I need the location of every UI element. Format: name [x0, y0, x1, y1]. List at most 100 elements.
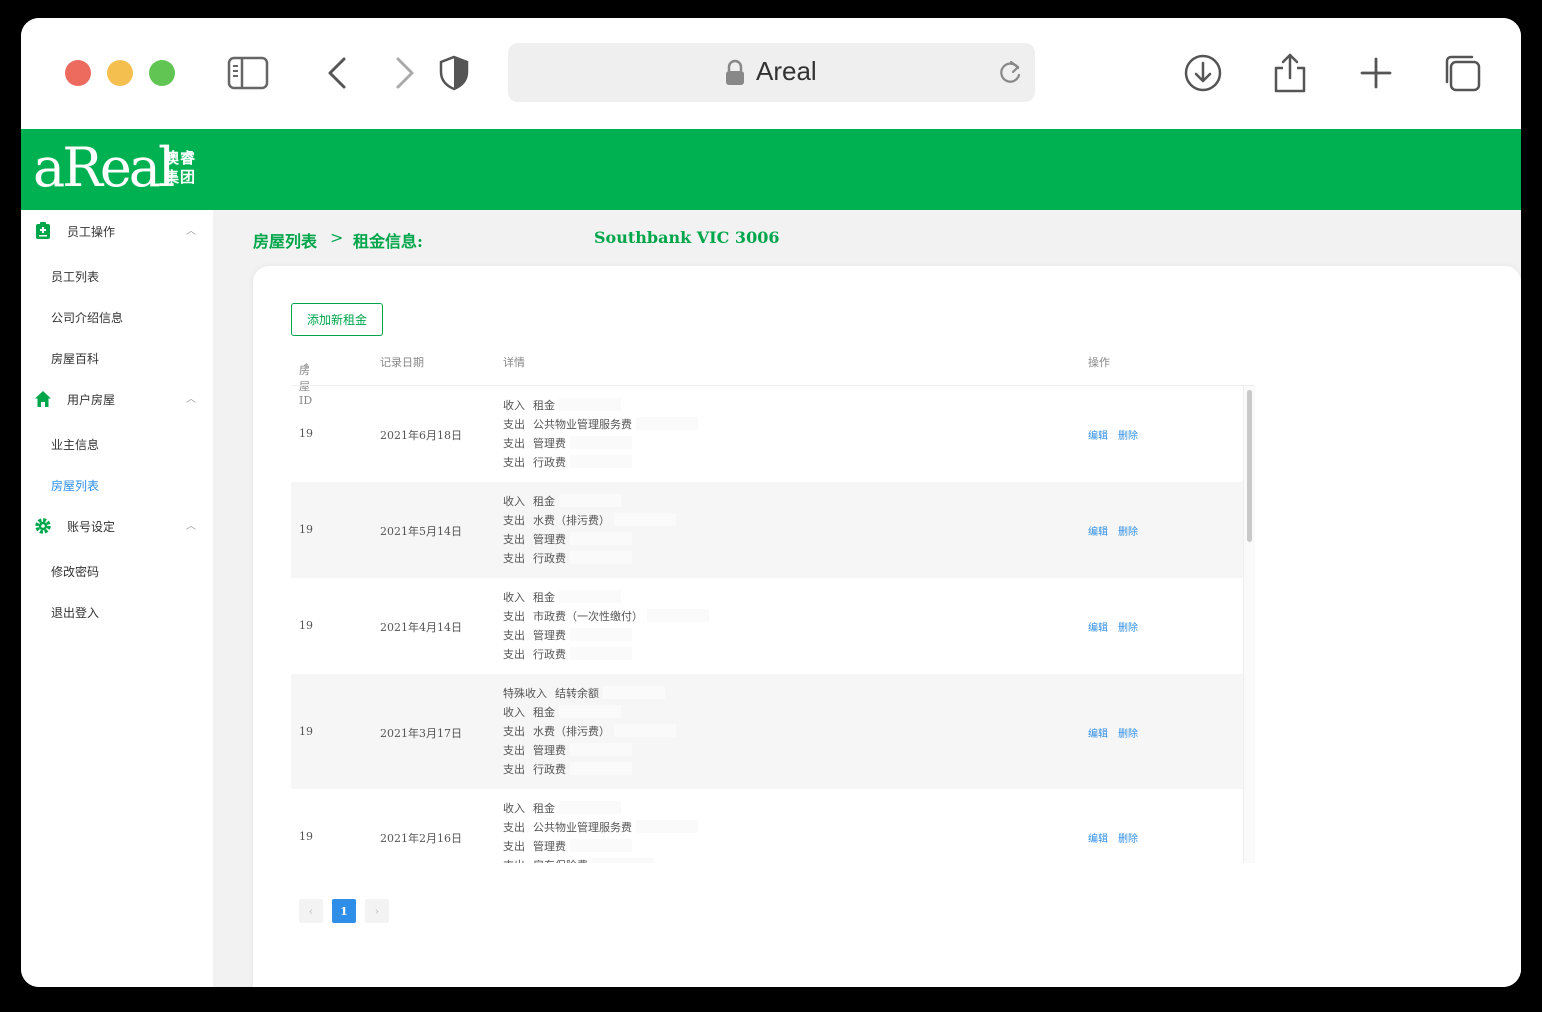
sidebar-group-staff[interactable]: 员工操作 ︿	[21, 214, 213, 250]
detail-line: 支出 行政费	[503, 549, 676, 568]
col-header-detail: 详情	[503, 356, 525, 369]
detail-item: 管理费	[533, 744, 566, 757]
table-row: 19 2021年6月18日 收入 租金 支出 公共物业管理服务费 支出 管理费 支出 行政费 编辑删…	[291, 386, 1243, 482]
sidebar: 员工操作 ︿ 员工列表 公司介绍信息 房屋百科 用户房屋 ︿ 业主信息 房屋列表…	[21, 210, 213, 987]
chevron-up-icon: ︿	[186, 226, 196, 237]
edit-link[interactable]: 编辑	[1088, 527, 1108, 538]
detail-kind: 支出	[503, 418, 525, 431]
redacted-amount	[570, 647, 632, 660]
lock-icon	[725, 59, 745, 91]
detail-kind: 支出	[503, 456, 525, 469]
redacted-amount	[570, 551, 632, 564]
detail-kind: 支出	[503, 629, 525, 642]
address-bar[interactable]: Areal	[508, 43, 1035, 102]
main-content: 房屋列表 > 租金信息: Southbank VIC 3006 添加新租金 房屋…	[213, 210, 1521, 987]
sidebar-group-user-houses[interactable]: 用户房屋 ︿	[21, 382, 213, 418]
detail-kind: 特殊收入	[503, 687, 547, 700]
detail-item: 租金	[533, 802, 555, 815]
detail-line: 支出 水费（排污费）	[503, 722, 676, 741]
table-scrollbar[interactable]	[1243, 386, 1255, 863]
sidebar-item-staff-list[interactable]: 员工列表	[51, 268, 99, 285]
table-row: 192021年2月16日收入租金支出公共物业管理服务费支出管理费支出房东保险费编…	[291, 789, 1243, 863]
sidebar-group-account[interactable]: 账号设定 ︿	[21, 509, 213, 545]
detail-kind: 支出	[503, 763, 525, 776]
detail-line: 支出 管理费	[503, 626, 709, 645]
detail-kind: 支出	[503, 533, 525, 546]
sidebar-item-house-list[interactable]: 房屋列表	[51, 477, 99, 494]
detail-line: 支出 公共物业管理服务费	[503, 818, 698, 837]
detail-item: 租金	[533, 591, 555, 604]
redacted-amount	[636, 417, 698, 430]
redacted-amount	[570, 839, 632, 852]
page-number-button[interactable]: 1	[332, 899, 356, 923]
sidebar-item-owner-info[interactable]: 业主信息	[51, 436, 99, 453]
delete-link[interactable]: 删除	[1118, 729, 1138, 740]
zoom-window-button[interactable]	[149, 60, 175, 86]
prev-page-button[interactable]: ‹	[299, 899, 323, 923]
detail-line: 特殊收入 结转余额	[503, 684, 676, 703]
detail-kind: 支出	[503, 552, 525, 565]
redacted-amount	[614, 724, 676, 737]
reload-icon[interactable]	[997, 58, 1023, 90]
sidebar-item-change-password[interactable]: 修改密码	[51, 563, 99, 580]
delete-link[interactable]: 删除	[1118, 623, 1138, 634]
detail-item: 管理费	[533, 533, 566, 546]
cell-ops: 编辑 删除	[1088, 830, 1148, 845]
cell-house-id: 19	[299, 427, 313, 440]
breadcrumb-root[interactable]: 房屋列表	[253, 228, 317, 252]
detail-item: 市政费（一次性缴付）	[533, 610, 643, 623]
download-icon[interactable]	[1182, 52, 1224, 94]
logo-cn-line2: 集团	[164, 168, 197, 186]
sidebar-item-house-wiki[interactable]: 房屋百科	[51, 350, 99, 367]
cell-ops: 编辑 删除	[1088, 523, 1148, 538]
cell-house-id: 19	[299, 830, 313, 843]
redacted-amount	[570, 455, 632, 468]
sidebar-toggle-icon[interactable]	[227, 52, 269, 94]
detail-line: 收入 租金	[503, 588, 709, 607]
detail-kind: 支出	[503, 725, 525, 738]
detail-item: 行政费	[533, 456, 566, 469]
sidebar-item-company-info[interactable]: 公司介绍信息	[51, 309, 123, 326]
breadcrumb-separator: >	[330, 228, 344, 247]
detail-item: 租金	[533, 706, 555, 719]
detail-kind: 支出	[503, 648, 525, 661]
detail-kind: 支出	[503, 437, 525, 450]
areal-logo[interactable]: aReal	[33, 135, 175, 201]
share-icon[interactable]	[1269, 52, 1311, 94]
detail-line: 支出 行政费	[503, 760, 676, 779]
cell-details: 收入 租金 支出 市政费（一次性缴付） 支出 管理费 支出 行政费	[503, 588, 709, 664]
detail-item: 行政费	[533, 763, 566, 776]
detail-item: 公共物业管理服务费	[533, 821, 632, 834]
edit-link[interactable]: 编辑	[1088, 834, 1108, 845]
edit-link[interactable]: 编辑	[1088, 431, 1108, 442]
chevron-up-icon: ︿	[186, 521, 196, 532]
forward-chevron-icon[interactable]	[384, 52, 426, 94]
privacy-shield-icon[interactable]	[433, 52, 475, 94]
detail-line: 支出 行政费	[503, 453, 698, 472]
edit-link[interactable]: 编辑	[1088, 623, 1108, 634]
redacted-amount	[559, 590, 621, 603]
detail-item: 管理费	[533, 437, 566, 450]
sidebar-group-label: 账号设定	[67, 520, 116, 534]
scrollbar-thumb[interactable]	[1247, 390, 1252, 542]
tab-overview-icon[interactable]	[1441, 52, 1483, 94]
logo-cn-line1: 澳睿	[164, 149, 197, 167]
sort-icon[interactable]: ⬍	[303, 362, 310, 371]
minimize-window-button[interactable]	[107, 60, 133, 86]
sidebar-group-label: 员工操作	[67, 225, 116, 239]
back-chevron-icon[interactable]	[316, 52, 358, 94]
next-page-button[interactable]: ›	[365, 899, 389, 923]
cell-record-date: 2021年5月14日	[380, 525, 462, 538]
sidebar-item-logout[interactable]: 退出登入	[51, 604, 99, 621]
table-row: 19 2021年5月14日 收入 租金 支出 水费（排污费） 支出 管理费 支出 行政费 编辑 删除	[291, 482, 1243, 578]
redacted-amount	[559, 705, 621, 718]
detail-item: 租金	[533, 495, 555, 508]
close-window-button[interactable]	[65, 60, 91, 86]
delete-link[interactable]: 删除	[1118, 527, 1138, 538]
new-tab-plus-icon[interactable]	[1355, 52, 1397, 94]
cell-ops: 编辑 删除	[1088, 619, 1148, 634]
delete-link[interactable]: 删除	[1118, 431, 1138, 442]
delete-link[interactable]: 删除	[1118, 834, 1138, 845]
edit-link[interactable]: 编辑	[1088, 729, 1108, 740]
add-rent-button[interactable]: 添加新租金	[291, 303, 383, 336]
